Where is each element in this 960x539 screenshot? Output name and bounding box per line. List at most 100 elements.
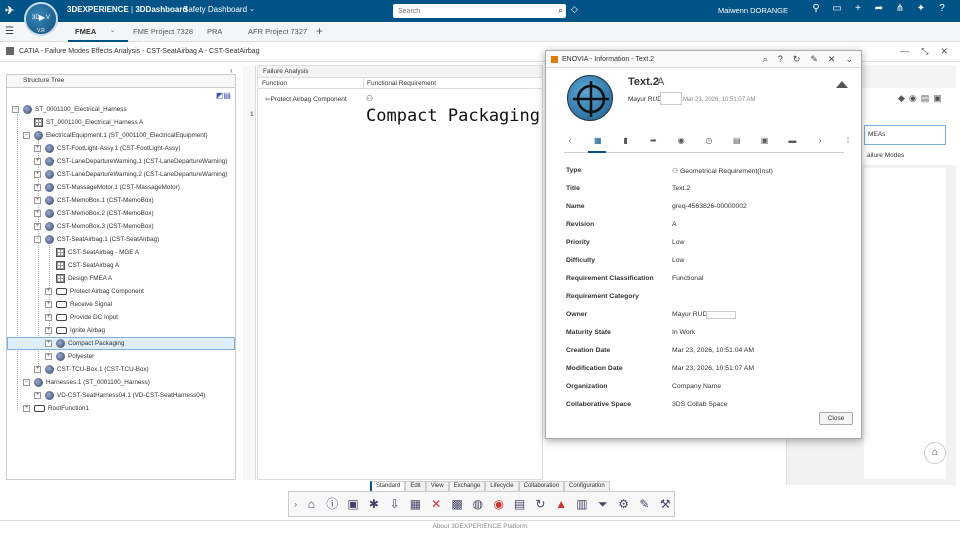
chart-icon[interactable]: ▥: [573, 495, 591, 514]
apps-icon[interactable]: ✦: [915, 3, 927, 14]
dashboard-name[interactable]: Safety Dashboard: [183, 5, 247, 14]
search-box[interactable]: ⌕: [393, 4, 566, 18]
add-tab-icon[interactable]: +: [316, 24, 323, 38]
add-icon[interactable]: +: [852, 3, 864, 14]
help-icon[interactable]: ?: [778, 54, 783, 65]
filter-icon[interactable]: ◆: [898, 93, 905, 104]
column-requirement[interactable]: Functional Requirement: [363, 78, 436, 89]
expand-toolbar-icon[interactable]: ›: [292, 495, 300, 514]
tree-node[interactable]: − ElectricalEquipment.1 (ST_0001100_Elect…: [23, 129, 208, 142]
tree-options-icon[interactable]: ◩▤: [216, 91, 231, 100]
search-icon[interactable]: ⌕: [558, 5, 563, 16]
tab-pra[interactable]: PRA: [207, 27, 222, 36]
next-icon[interactable]: ›: [814, 136, 826, 145]
settings-icon[interactable]: ⚙: [615, 495, 633, 514]
tree-node[interactable]: CST-SeatAirbag - MGE A: [56, 246, 139, 259]
list-icon[interactable]: ▤: [921, 93, 930, 104]
tree-node[interactable]: + CST-FootLight-Assy.1 (CST-FootLight-Ass…: [34, 142, 180, 155]
tree-node[interactable]: + Polyester: [45, 350, 94, 363]
tree-node[interactable]: + Protect Airbag Component: [45, 285, 144, 298]
panel-item-failure-modes[interactable]: ailure Modes: [864, 149, 907, 162]
book-tab-icon[interactable]: ▮: [620, 136, 632, 145]
compass-widget[interactable]: 3D ▶ V V.R: [24, 2, 58, 36]
tab-lifecycle[interactable]: Lifecycle: [485, 481, 519, 491]
image-tab-icon[interactable]: ▣: [759, 136, 771, 145]
minimize-icon[interactable]: —: [900, 46, 909, 57]
globe-icon[interactable]: ◍: [469, 495, 487, 514]
tools-icon[interactable]: ⚒: [656, 495, 674, 514]
tree-node[interactable]: + CST-LaneDepartureWarning.1 (CST-LaneDep…: [34, 155, 227, 168]
edit-icon[interactable]: ✎: [636, 495, 654, 514]
chevron-down-icon[interactable]: ⌄: [249, 5, 255, 13]
properties-tab-icon[interactable]: ▦: [592, 136, 604, 145]
info-icon[interactable]: ⓘ: [323, 495, 341, 514]
chevron-down-icon[interactable]: ⌄: [845, 54, 853, 65]
tree-node[interactable]: Design FMEA A: [56, 272, 112, 285]
grid-icon[interactable]: ▩: [448, 495, 466, 514]
tree-node[interactable]: − Harnesses.1 (ST_0001100_Harness): [23, 376, 150, 389]
filter-icon[interactable]: ⏷: [594, 495, 612, 514]
select-icon[interactable]: ▣: [344, 495, 362, 514]
tree-node[interactable]: + VD-CST-SeatHarness04.1 (VD-CST-SeatHarn…: [34, 389, 205, 402]
tree-node[interactable]: + CST-TCU-Box.1 (CST-TCU-Box): [34, 363, 149, 376]
network-icon[interactable]: ⋔: [894, 3, 906, 14]
resize-icon[interactable]: ⤡: [921, 46, 928, 57]
warning-icon[interactable]: ▲: [552, 495, 570, 514]
view-tab-icon[interactable]: ◉: [675, 136, 687, 145]
help-icon[interactable]: ?: [936, 3, 948, 14]
column-function[interactable]: Function: [262, 80, 287, 87]
tab-standard[interactable]: Standard: [370, 481, 406, 491]
tab-fme-project[interactable]: FME Project 7328: [133, 27, 193, 36]
menu-icon[interactable]: ☰: [5, 26, 14, 37]
tab-fmea[interactable]: FMEA: [75, 27, 96, 36]
profile-icon[interactable]: ⚲: [810, 3, 822, 14]
assistant-icon[interactable]: ⌂: [924, 442, 946, 464]
compare-icon[interactable]: ▤: [511, 495, 529, 514]
color-icon[interactable]: ◉: [909, 93, 917, 104]
tree-node[interactable]: + Ignite Airbag: [45, 324, 105, 337]
tree-node[interactable]: − CST-SeatAirbag.1 (CST-SeatAirbag): [34, 233, 159, 246]
sync-icon[interactable]: ↻: [531, 495, 549, 514]
delete-icon[interactable]: ✕: [427, 495, 445, 514]
comment-tab-icon[interactable]: ▬: [787, 136, 799, 145]
more-icon[interactable]: ⁞: [842, 136, 854, 145]
function-cell[interactable]: ⇦Protect Airbag Component: [265, 95, 347, 103]
tree-node[interactable]: + CST-MemoBox.3 (CST-MemoBox): [34, 220, 154, 233]
tree-node[interactable]: + Receive Signal: [45, 298, 112, 311]
tree-node[interactable]: + CST-MemoBox.2 (CST-MemoBox): [34, 207, 154, 220]
tree-node[interactable]: ST_0001100_Electrical_Harness A: [34, 116, 143, 129]
tree-node[interactable]: + RootFunction1: [23, 402, 89, 415]
view-icon[interactable]: ▣: [933, 93, 942, 104]
prev-icon[interactable]: ‹: [564, 136, 576, 145]
tag-icon[interactable]: ◇: [571, 4, 578, 15]
tab-view[interactable]: View: [425, 481, 449, 491]
collapse-up-icon[interactable]: [836, 81, 848, 88]
search-input[interactable]: [393, 4, 543, 18]
tree-node[interactable]: CST-SeatAirbag A: [56, 259, 119, 272]
about-link[interactable]: About 3DEXPERIENCE Platform: [0, 523, 960, 530]
tree-node-selected[interactable]: + Compact Packaging: [7, 337, 235, 350]
home-icon[interactable]: ⌂: [303, 495, 321, 514]
close-button[interactable]: Close: [819, 412, 853, 425]
search-icon[interactable]: ◉: [490, 495, 508, 514]
tree-node[interactable]: + CST-MassageMotor.1 (CST-MassageMotor): [34, 181, 180, 194]
table-icon[interactable]: ▦: [407, 495, 425, 514]
tree-node[interactable]: + CST-MemoBox.1 (CST-MemoBox): [34, 194, 154, 207]
tab-edit[interactable]: Edit: [405, 481, 426, 491]
tree-node[interactable]: + Provide DC Input: [45, 311, 118, 324]
pin-icon[interactable]: ✎: [810, 54, 818, 65]
tab-afr-project[interactable]: AFR Project 7327: [248, 27, 307, 36]
download-icon[interactable]: ⇩: [386, 495, 404, 514]
share-icon[interactable]: ➦: [873, 3, 885, 14]
close-icon[interactable]: ✕: [940, 46, 948, 57]
close-icon[interactable]: ✕: [828, 54, 836, 65]
tree-node[interactable]: + CST-LaneDepartureWarning.2 (CST-LaneDep…: [34, 168, 227, 181]
tab-exchange[interactable]: Exchange: [448, 481, 486, 491]
new-icon[interactable]: ✱: [365, 495, 383, 514]
search-icon[interactable]: ⌕: [763, 54, 768, 65]
chevron-down-icon[interactable]: ⌄: [110, 27, 115, 34]
chat-icon[interactable]: ▭: [831, 3, 843, 14]
panel-item-fmeas[interactable]: MEAs: [864, 125, 946, 145]
document-tab-icon[interactable]: ▤: [731, 136, 743, 145]
refresh-icon[interactable]: ↻: [793, 54, 801, 65]
